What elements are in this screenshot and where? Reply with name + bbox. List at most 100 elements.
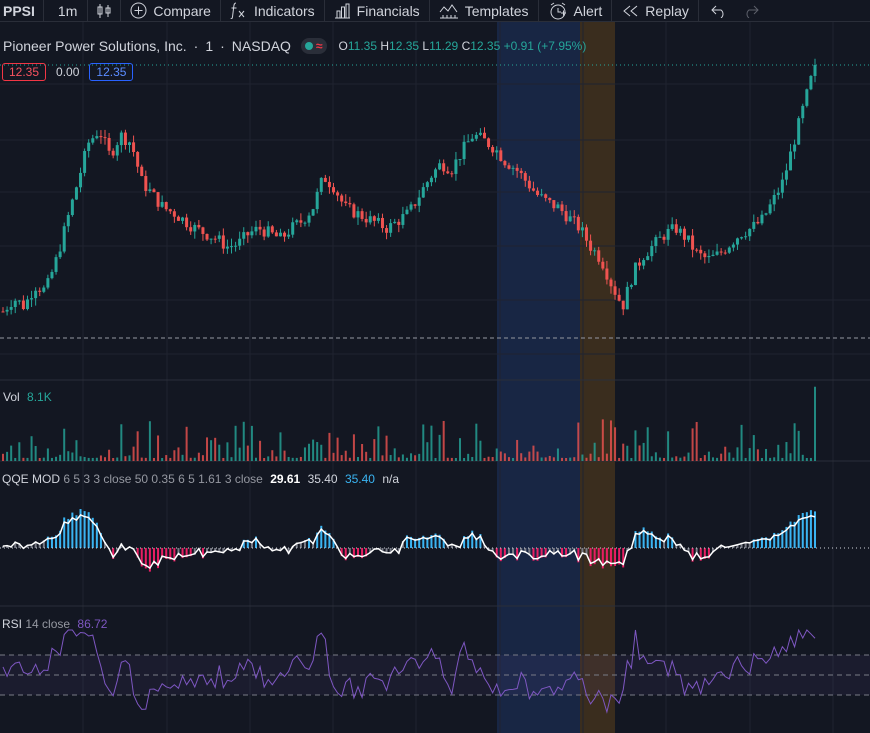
- symbol-search-button[interactable]: PPSI: [0, 0, 43, 21]
- volume-bar: [781, 457, 784, 461]
- volume-bar: [422, 424, 425, 461]
- replay-button[interactable]: Replay: [612, 0, 698, 21]
- volume-bar: [487, 456, 490, 461]
- volume-bar: [112, 458, 115, 461]
- volume-bar: [736, 447, 739, 461]
- candle-body: [438, 163, 442, 170]
- session-highlight-orange: [580, 21, 615, 733]
- candle-body: [9, 307, 13, 310]
- volume-bar: [752, 435, 755, 461]
- candle-body: [42, 287, 46, 292]
- volume-bar: [385, 435, 388, 461]
- candle-body: [503, 161, 507, 166]
- qqe-legend[interactable]: QQE MOD 6 5 3 3 close 50 0.35 6 5 1.61 3…: [2, 472, 399, 486]
- volume-bar: [789, 453, 792, 461]
- ohlc-values: O11.35 H12.35 L11.29 C12.35 +0.91 (+7.95…: [339, 39, 587, 53]
- volume-bar: [18, 442, 21, 461]
- volume-bar: [814, 386, 816, 461]
- candle-body: [234, 245, 238, 247]
- candle-body: [780, 179, 784, 193]
- candle-body: [323, 177, 327, 182]
- templates-label: Templates: [464, 2, 529, 19]
- financials-button[interactable]: Financials: [325, 0, 429, 21]
- candle-body: [446, 171, 450, 174]
- volume-bar: [140, 457, 143, 461]
- candle-body: [519, 170, 523, 174]
- legend-exchange: NASDAQ: [231, 38, 291, 54]
- candle-body: [103, 137, 107, 139]
- candle-body: [642, 260, 646, 266]
- candle-body: [246, 232, 250, 236]
- rsi-legend[interactable]: RSI 14 close 86.72: [2, 617, 107, 631]
- candle-body: [809, 75, 813, 90]
- candle-body: [768, 204, 772, 214]
- candle-body: [13, 300, 17, 308]
- candle-body: [91, 138, 95, 143]
- volume-bar: [381, 455, 384, 461]
- volume-legend[interactable]: Vol 8.1K: [3, 390, 52, 404]
- volume-bar: [38, 458, 41, 461]
- candle-body: [478, 132, 482, 135]
- volume-bar: [797, 430, 800, 461]
- volume-bar: [426, 442, 429, 461]
- candle-body: [401, 214, 405, 225]
- candle-body: [597, 250, 601, 262]
- volume-bar: [246, 445, 249, 461]
- volume-bar: [532, 445, 535, 461]
- change-value: +0.91 (+7.95%): [503, 39, 587, 53]
- high-label: H: [380, 39, 390, 53]
- volume-bar: [711, 457, 714, 461]
- volume-bar: [593, 442, 596, 461]
- candle-body: [270, 226, 274, 233]
- volume-bar: [658, 457, 661, 461]
- fx-icon: [230, 2, 248, 19]
- candle-body: [307, 215, 311, 223]
- undo-button[interactable]: [699, 0, 737, 21]
- candle-body: [678, 228, 682, 233]
- candle-body: [160, 202, 164, 207]
- candle-body: [434, 169, 438, 178]
- candle-body: [593, 250, 597, 252]
- candle-body: [491, 147, 495, 153]
- candle-body: [662, 236, 666, 240]
- financials-label: Financials: [356, 2, 420, 19]
- volume-bar: [214, 437, 217, 461]
- alert-button[interactable]: Alert: [539, 0, 612, 21]
- rsi-value: 86.72: [77, 617, 108, 631]
- chart-canvas[interactable]: [0, 0, 870, 733]
- chart-type-button[interactable]: [88, 0, 120, 21]
- candle-body: [254, 226, 258, 232]
- volume-bar: [769, 457, 772, 461]
- indicators-button[interactable]: Indicators: [221, 0, 324, 21]
- redo-button[interactable]: [737, 0, 765, 21]
- interval-button[interactable]: 1m: [44, 0, 87, 21]
- candle-body: [711, 254, 715, 256]
- volume-bar: [108, 449, 111, 461]
- volume-bar: [577, 422, 580, 461]
- compare-button[interactable]: Compare: [121, 0, 220, 21]
- candle-body: [544, 194, 548, 198]
- market-status-pill[interactable]: ≈: [300, 38, 327, 54]
- candle-body: [421, 187, 425, 198]
- candle-body: [548, 197, 552, 201]
- volume-bar: [809, 457, 812, 461]
- candle-body: [181, 217, 185, 221]
- volume-bar: [654, 452, 657, 461]
- templates-button[interactable]: Templates: [430, 0, 538, 21]
- candle-body: [152, 189, 156, 193]
- candle-body: [695, 249, 699, 251]
- volume-bar: [536, 451, 539, 461]
- volume-bar: [87, 457, 90, 461]
- candle-body: [756, 221, 760, 224]
- volume-bar: [471, 457, 474, 461]
- bid-tag: 12.35: [2, 63, 47, 81]
- candle-body: [584, 227, 588, 241]
- volume-bar: [744, 457, 747, 461]
- candle-body: [507, 165, 511, 169]
- candle-body: [230, 246, 234, 248]
- volume-bar: [369, 457, 372, 461]
- qqe-params: 6 5 3 3 close 50 0.35 6 5 1.61 3 close: [63, 472, 263, 486]
- candle-body: [687, 235, 691, 240]
- candle-body: [625, 286, 629, 310]
- volume-bar: [267, 456, 270, 461]
